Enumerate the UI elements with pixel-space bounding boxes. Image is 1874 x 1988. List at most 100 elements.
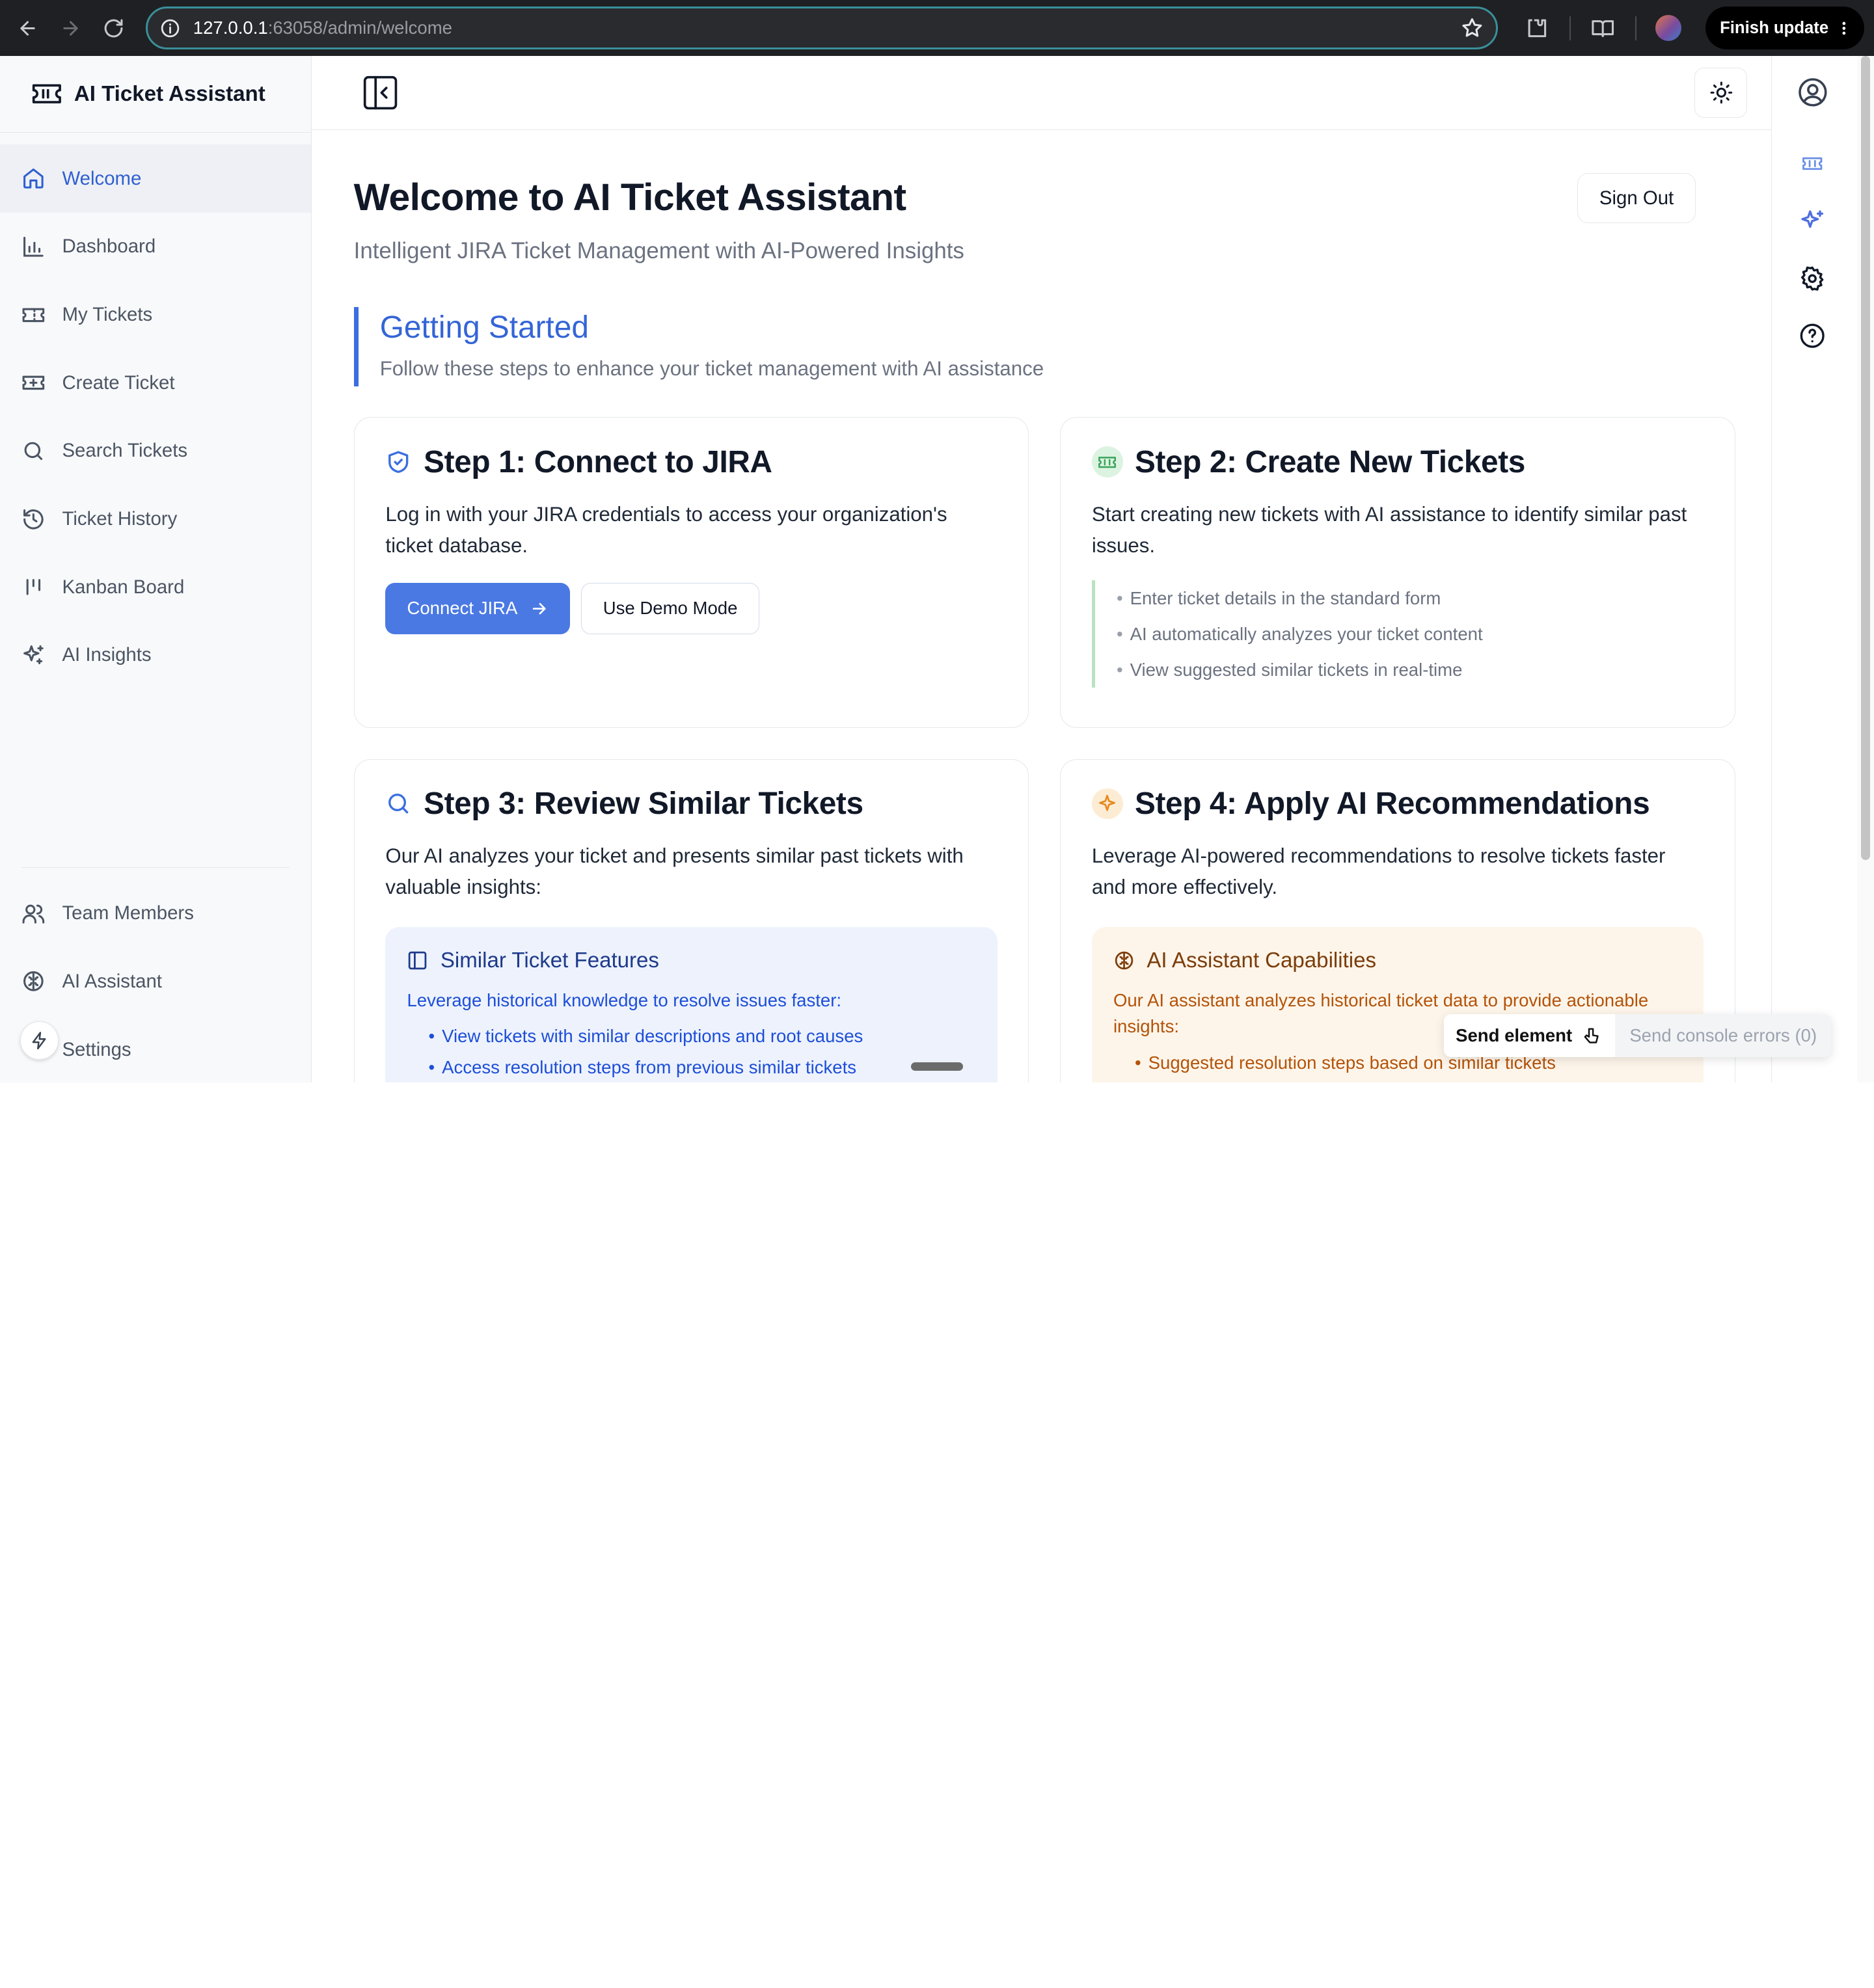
sidebar-item-label: Team Members xyxy=(62,902,194,924)
sidebar-item-dashboard[interactable]: Dashboard xyxy=(0,213,311,281)
step-title: Step 2: Create New Tickets xyxy=(1135,444,1525,479)
reading-mode-icon[interactable] xyxy=(1582,8,1623,48)
ticket-icon[interactable] xyxy=(1795,146,1830,181)
drag-handle[interactable] xyxy=(910,1062,964,1071)
brain-icon xyxy=(1113,950,1135,971)
sidebar-item-label: My Tickets xyxy=(62,303,153,325)
sidebar-divider xyxy=(21,867,290,868)
sidebar-item-my-tickets[interactable]: My Tickets xyxy=(0,281,311,349)
devtools-overlay: Send element Send console errors (0) xyxy=(1443,1014,1832,1058)
brain-icon xyxy=(21,969,46,993)
main-content: Welcome to AI Ticket Assistant Intellige… xyxy=(312,56,1771,1083)
sidebar-item-kanban-board[interactable]: Kanban Board xyxy=(0,553,311,621)
sidebar-item-search-tickets[interactable]: Search Tickets xyxy=(0,417,311,485)
getting-started-subtitle: Follow these steps to enhance your ticke… xyxy=(379,357,1044,381)
feature-list: View tickets with similar descriptions a… xyxy=(407,1021,975,1082)
ticket-logo-icon xyxy=(31,81,62,107)
bar-chart-icon xyxy=(21,235,46,259)
step-description: Start creating new tickets with AI assis… xyxy=(1091,503,1687,557)
sidebar-item-label: AI Assistant xyxy=(62,970,162,992)
sidebar-item-label: AI Insights xyxy=(62,644,152,666)
list-item: AI automatically analyzes your ticket co… xyxy=(1117,616,1704,652)
step-title: Step 1: Connect to JIRA xyxy=(424,444,772,479)
step-description: Log in with your JIRA credentials to acc… xyxy=(385,503,947,557)
profile-avatar[interactable] xyxy=(1648,8,1689,48)
arrow-right-icon xyxy=(530,599,549,618)
address-bar[interactable]: 127.0.0.1:63058/admin/welcome xyxy=(146,7,1498,50)
bolt-icon[interactable] xyxy=(20,1021,59,1060)
step-title: Step 3: Review Similar Tickets xyxy=(424,786,863,822)
sidebar-item-ai-insights[interactable]: AI Insights xyxy=(0,621,311,690)
right-rail xyxy=(1771,56,1874,1083)
sign-out-button[interactable]: Sign Out xyxy=(1577,173,1696,224)
send-element-label: Send element xyxy=(1456,1025,1573,1046)
browser-toolbar: 127.0.0.1:63058/admin/welcome Finish upd… xyxy=(0,0,1874,57)
send-console-errors-button[interactable]: Send console errors (0) xyxy=(1615,1014,1831,1057)
ticket-plus-icon xyxy=(21,371,46,395)
getting-started-title: Getting Started xyxy=(379,310,589,345)
url-path: :63058/admin/welcome xyxy=(267,18,452,38)
home-icon xyxy=(21,167,46,191)
forward-icon[interactable] xyxy=(53,10,88,46)
step-description: Leverage AI-powered recommendations to r… xyxy=(1091,844,1666,899)
gear-icon[interactable] xyxy=(1795,260,1830,296)
sidebar-item-ai-assistant[interactable]: AI Assistant xyxy=(0,947,311,1015)
getting-started-callout: Getting Started Follow these steps to en… xyxy=(353,307,1734,386)
theme-toggle-button[interactable] xyxy=(1694,68,1748,118)
use-demo-mode-button[interactable]: Use Demo Mode xyxy=(580,582,760,634)
toolbar-divider xyxy=(1635,16,1636,40)
extensions-icon[interactable] xyxy=(1517,8,1557,48)
sidebar-nav: Welcome Dashboard My Tickets Create Tick… xyxy=(0,133,312,690)
sidebar-item-label: Welcome xyxy=(62,167,142,189)
back-icon[interactable] xyxy=(10,10,46,46)
user-circle-icon[interactable] xyxy=(1795,74,1830,110)
step-description: Our AI analyzes your ticket and presents… xyxy=(385,844,964,899)
send-element-button[interactable]: Send element xyxy=(1443,1014,1616,1058)
sidebar-item-welcome[interactable]: Welcome xyxy=(0,144,312,213)
sidebar-brand[interactable]: AI Ticket Assistant xyxy=(0,56,312,133)
search-icon xyxy=(21,439,46,463)
history-icon xyxy=(21,507,46,531)
step-1-card: Step 1: Connect to JIRA Log in with your… xyxy=(353,417,1029,728)
sidebar-toggle-icon[interactable] xyxy=(362,75,398,111)
list-item: View suggested similar tickets in real-t… xyxy=(1117,652,1704,688)
step-2-card: Step 2: Create New Tickets Start creatin… xyxy=(1060,417,1735,728)
sidebar-item-create-ticket[interactable]: Create Ticket xyxy=(0,349,311,417)
ticket-icon xyxy=(21,303,46,327)
steps-grid: Step 1: Connect to JIRA Log in with your… xyxy=(353,417,1735,1083)
sidebar-item-ticket-history[interactable]: Ticket History xyxy=(0,485,311,554)
shield-check-icon xyxy=(385,449,411,475)
brand-name: AI Ticket Assistant xyxy=(74,81,265,106)
help-circle-icon[interactable] xyxy=(1795,318,1830,354)
search-icon xyxy=(385,790,411,816)
url-host: 127.0.0.1 xyxy=(193,18,268,38)
list-item: Access resolution steps from previous si… xyxy=(429,1052,976,1082)
kanban-icon xyxy=(21,575,46,599)
pointer-click-icon xyxy=(1582,1027,1601,1045)
sidebar-item-label: Settings xyxy=(62,1038,131,1060)
bookmark-star-icon[interactable] xyxy=(1460,16,1484,40)
list-item: Enter ticket details in the standard for… xyxy=(1117,580,1704,616)
finish-update-label: Finish update xyxy=(1720,18,1829,37)
site-info-icon[interactable] xyxy=(159,18,181,39)
sparkles-icon[interactable] xyxy=(1795,203,1830,239)
similar-ticket-features-box: Similar Ticket Features Leverage histori… xyxy=(385,926,998,1083)
list-item: View tickets with similar descriptions a… xyxy=(429,1021,976,1052)
top-bar xyxy=(312,56,1771,131)
sun-icon xyxy=(1709,81,1733,105)
sidebar-item-label: Kanban Board xyxy=(62,576,185,598)
step-bullet-list: Enter ticket details in the standard for… xyxy=(1091,580,1704,688)
feature-title: AI Assistant Capabilities xyxy=(1147,948,1377,973)
sidebar-item-label: Create Ticket xyxy=(62,371,175,394)
page-scrollbar[interactable] xyxy=(1857,56,1874,1083)
sidebar-item-team-members[interactable]: Team Members xyxy=(0,880,311,948)
ai-assistant-capabilities-box: AI Assistant Capabilities Our AI assista… xyxy=(1091,926,1704,1083)
scrollbar-thumb[interactable] xyxy=(1860,56,1871,861)
finish-update-button[interactable]: Finish update xyxy=(1705,7,1865,50)
page-title: Welcome to AI Ticket Assistant xyxy=(353,176,906,219)
reload-icon[interactable] xyxy=(96,10,131,46)
sidebar: AI Ticket Assistant Welcome Dashboard My… xyxy=(0,56,312,1083)
sidebar-item-label: Ticket History xyxy=(62,508,178,530)
connect-jira-button[interactable]: Connect JIRA xyxy=(385,582,571,634)
feature-title: Similar Ticket Features xyxy=(440,948,659,973)
